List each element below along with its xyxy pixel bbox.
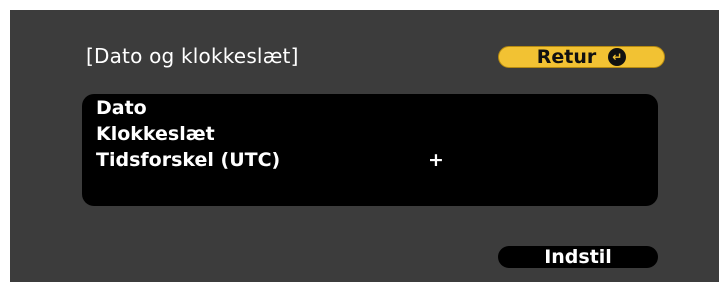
return-button-label: Retur — [536, 46, 597, 68]
settings-list: Dato Klokkeslæt Tidsforskel (UTC) + — [82, 94, 658, 206]
setting-row-date[interactable]: Dato — [82, 96, 658, 122]
setting-label: Dato — [96, 97, 147, 119]
return-button[interactable]: Retur ↵ — [498, 46, 665, 68]
setting-label: Klokkeslæt — [96, 123, 215, 145]
set-button-label: Indstil — [544, 246, 612, 268]
setting-label: Tidsforskel (UTC) — [96, 149, 281, 171]
utc-offset-sign: + — [428, 149, 444, 171]
enter-icon: ↵ — [608, 48, 627, 66]
set-button[interactable]: Indstil — [498, 246, 658, 268]
date-time-dialog: [Dato og klokkeslæt] Retur ↵ Dato Klokke… — [10, 10, 719, 282]
setting-row-empty[interactable] — [82, 174, 658, 200]
dialog-title: [Dato og klokkeslæt] — [86, 44, 299, 68]
setting-row-utc-offset[interactable]: Tidsforskel (UTC) + — [82, 148, 658, 174]
setting-row-time[interactable]: Klokkeslæt — [82, 122, 658, 148]
